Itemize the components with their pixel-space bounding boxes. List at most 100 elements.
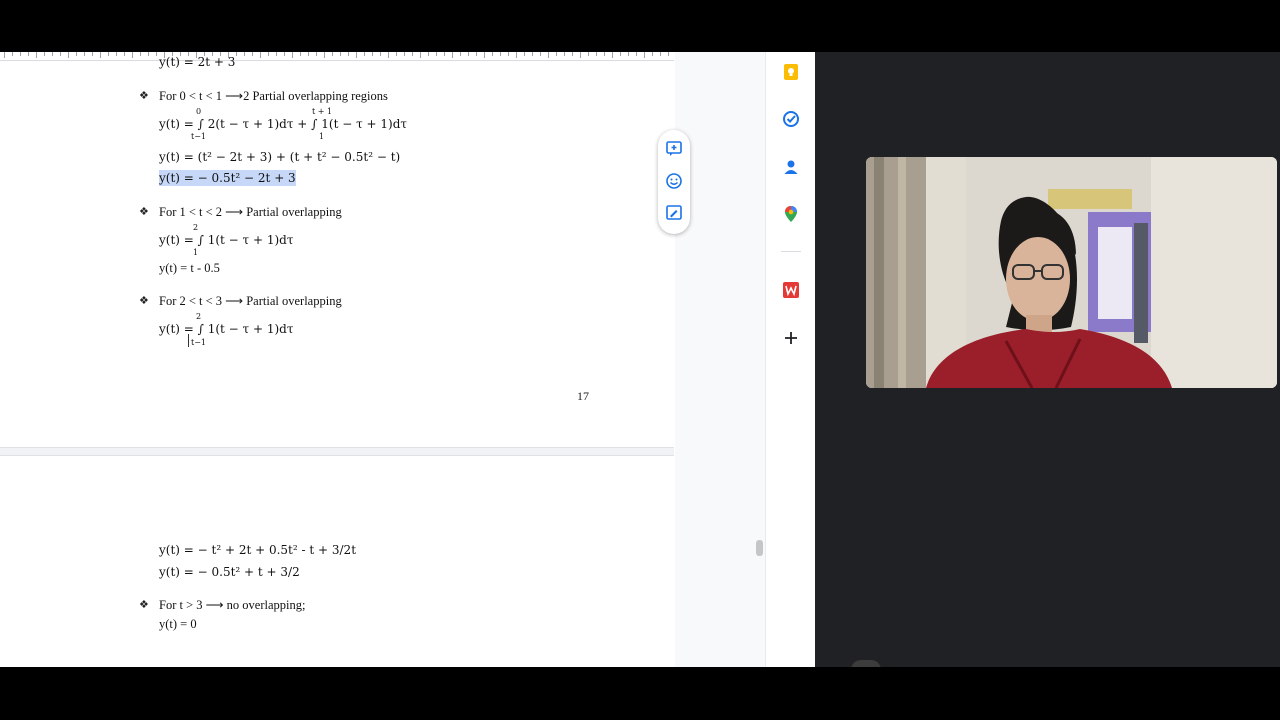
ruler-tick: [84, 52, 85, 56]
ruler-tick: [628, 52, 629, 56]
ruler-tick: [236, 52, 237, 56]
maps-icon[interactable]: [780, 203, 802, 225]
ruler-tick: [612, 52, 613, 58]
ruler-tick: [540, 52, 541, 56]
ruler-tick: [92, 52, 93, 56]
ruler-tick: [260, 52, 261, 58]
ruler-tick: [284, 52, 285, 56]
document-page-18[interactable]: y(t) = − t² + 2t + 0.5t² - t + 3/2t y(t)…: [0, 455, 674, 667]
integral-upper-limit: 2: [193, 223, 199, 232]
ruler-tick: [292, 52, 293, 58]
suggest-edit-icon[interactable]: [664, 204, 684, 224]
bullet-heading: For 1 < t < 2 ⟶ Partial overlapping: [159, 205, 342, 219]
integral-upper-limit: 0: [196, 107, 202, 116]
ruler-tick: [660, 52, 661, 56]
ruler-tick: [124, 52, 125, 56]
ruler-tick: [604, 52, 605, 56]
ruler-tick: [532, 52, 533, 56]
ruler-tick: [340, 52, 341, 56]
equation-line: y(t) = − 0.5t² + t + 3/2: [159, 565, 300, 579]
ruler-tick: [308, 52, 309, 56]
add-comment-icon[interactable]: [664, 140, 684, 160]
document-page-17[interactable]: y(t) = 2t + 3 ❖ For 0 < t < 1 ⟶2 Partial…: [0, 52, 674, 448]
ruler-tick: [644, 52, 645, 58]
ruler-tick: [52, 52, 53, 56]
ruler-tick: [316, 52, 317, 56]
highlighted-equation[interactable]: y(t) = − 0.5t² − 2t + 3: [159, 170, 296, 186]
ruler-tick: [60, 52, 61, 56]
ruler-tick: [572, 52, 573, 56]
ruler-tick: [596, 52, 597, 56]
ruler-tick: [100, 52, 101, 58]
contacts-icon[interactable]: [780, 156, 802, 178]
ruler-tick: [436, 52, 437, 56]
floating-comment-toolbar: [658, 130, 690, 234]
bullet-icon: ❖: [139, 90, 149, 102]
webcam-feed[interactable]: [866, 157, 1277, 388]
ruler-tick: [68, 52, 69, 58]
ruler-tick: [4, 52, 5, 58]
ruler-tick: [444, 52, 445, 56]
side-panel: [765, 52, 816, 667]
ruler-tick: [636, 52, 637, 56]
side-panel-divider: [781, 251, 801, 252]
bullet-icon: ❖: [139, 295, 149, 307]
ruler-tick: [668, 52, 669, 56]
bullet-heading: For 2 < t < 3 ⟶ Partial overlapping: [159, 294, 342, 308]
ruler-tick: [452, 52, 453, 58]
ruler-tick: [244, 52, 245, 56]
equation-line: y(t) = ∫ 1(t − τ + 1)dτ: [159, 322, 294, 336]
ruler-tick: [580, 52, 581, 58]
ruler-tick: [252, 52, 253, 56]
emoji-icon[interactable]: [664, 172, 684, 192]
ruler-tick: [380, 52, 381, 56]
integral-lower-limit: 1: [319, 132, 325, 141]
document-area[interactable]: y(t) = 2t + 3 ❖ For 0 < t < 1 ⟶2 Partial…: [0, 52, 674, 667]
ruler-tick: [500, 52, 501, 56]
page-number: 17: [577, 389, 589, 403]
ruler-tick: [516, 52, 517, 58]
equation-line: y(t) = 0: [159, 617, 197, 631]
ruler-tick: [332, 52, 333, 56]
tasks-icon[interactable]: [780, 108, 802, 130]
ruler-tick: [268, 52, 269, 56]
ruler-tick: [492, 52, 493, 56]
ruler-tick: [548, 52, 549, 58]
ruler-tick: [132, 52, 133, 58]
ruler-tick: [20, 52, 21, 56]
wps-icon[interactable]: [780, 279, 802, 301]
ruler-tick: [148, 52, 149, 56]
add-icon[interactable]: [780, 327, 802, 349]
equation-line: y(t) = ∫ 2(t − τ + 1)dτ + ∫ 1(t − τ + 1)…: [159, 117, 408, 131]
ruler-tick: [324, 52, 325, 58]
bullet-heading: For t > 3 ⟶ no overlapping;: [159, 598, 306, 612]
equation-line: y(t) = t - 0.5: [159, 261, 220, 275]
ruler-tick: [28, 52, 29, 56]
ruler-tick: [468, 52, 469, 56]
ruler-tick: [396, 52, 397, 56]
ruler-tick: [156, 52, 157, 56]
ruler-tick: [388, 52, 389, 58]
text-cursor-icon: [188, 334, 189, 347]
ruler-tick: [140, 52, 141, 56]
ruler-tick: [508, 52, 509, 56]
integral-lower-limit: 1: [193, 248, 199, 257]
ruler-tick: [620, 52, 621, 56]
equation-line: y(t) = (t² − 2t + 3) + (t + t² − 0.5t² −…: [159, 150, 401, 164]
ruler-tick: [412, 52, 413, 56]
ruler[interactable]: [0, 52, 674, 61]
integral-lower-limit: t−1: [191, 132, 207, 141]
keep-icon[interactable]: [780, 61, 802, 83]
bullet-icon: ❖: [139, 206, 149, 218]
equation-line: y(t) = − t² + 2t + 0.5t² - t + 3/2t: [159, 543, 357, 557]
bullet-heading: For 0 < t < 1 ⟶2 Partial overlapping reg…: [159, 89, 388, 103]
ruler-tick: [76, 52, 77, 56]
ruler-tick: [460, 52, 461, 56]
ruler-tick: [372, 52, 373, 56]
equation-line: y(t) = 2t + 3: [159, 55, 236, 69]
ruler-tick: [588, 52, 589, 56]
ruler-tick: [652, 52, 653, 56]
ruler-tick: [12, 52, 13, 56]
ruler-tick: [348, 52, 349, 56]
scrollbar-thumb[interactable]: [756, 540, 763, 556]
